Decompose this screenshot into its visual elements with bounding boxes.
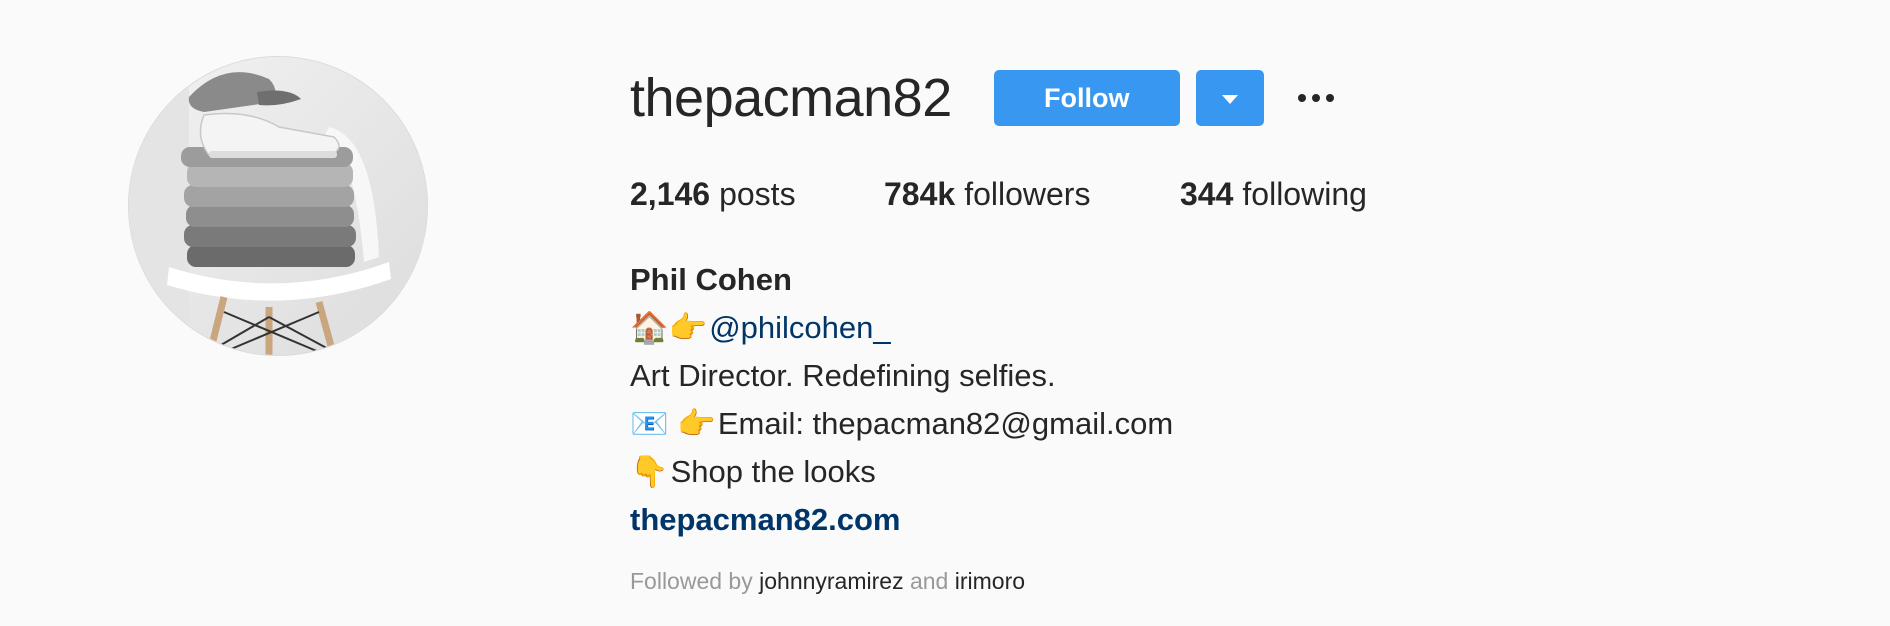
followers-label: followers: [964, 176, 1091, 212]
profile-username: thepacman82: [630, 68, 952, 128]
profile-avatar[interactable]: [128, 56, 428, 356]
followed-by-prefix: Followed by: [630, 568, 753, 594]
suggestions-dropdown-button[interactable]: [1195, 70, 1264, 126]
website-link[interactable]: thepacman82.com: [630, 496, 901, 544]
followed-by-user-1[interactable]: johnnyramirez: [759, 568, 903, 594]
following-label: following: [1242, 176, 1367, 212]
bio-line-description: Art Director. Redefining selfies.: [630, 358, 1056, 393]
followed-by: Followed by johnnyramirez and irimoro: [630, 566, 1025, 596]
follow-button[interactable]: Follow: [993, 70, 1180, 126]
followers-stat[interactable]: 784k followers: [884, 174, 1180, 214]
followed-by-conjunction: and: [909, 568, 949, 594]
profile-header: thepacman82 Follow: [630, 62, 1340, 134]
profile-stats: 2,146 posts 784k followers 344 following: [630, 174, 1367, 214]
bio-line-email: 📧 👉 Email: thepacman82@gmail.com: [630, 400, 1173, 448]
more-options-button[interactable]: [1292, 70, 1340, 126]
bio-line-shop: 👇 Shop the looks: [630, 448, 1173, 496]
envelope-pointing-emoji: 📧 👉: [630, 406, 716, 441]
bio-email-text: Email: thepacman82@gmail.com: [717, 406, 1174, 441]
chevron-down-icon: [1221, 94, 1238, 104]
bio-shop-text: Shop the looks: [670, 454, 876, 489]
profile-bio: Phil Cohen 🏠👉 @philcohen_ Art Director. …: [630, 256, 1173, 544]
following-count: 344: [1180, 176, 1234, 212]
profile-full-name: Phil Cohen: [630, 262, 792, 297]
more-options-icon: [1297, 94, 1334, 102]
avatar-photo: [129, 57, 427, 355]
bio-line-mention: 🏠👉 @philcohen_: [630, 304, 1173, 352]
bio-mention-link[interactable]: @philcohen_: [709, 304, 890, 352]
posts-count: 2,146: [630, 176, 711, 212]
bio-line-website: thepacman82.com: [630, 496, 1173, 544]
posts-label: posts: [719, 176, 796, 212]
followed-by-user-2[interactable]: irimoro: [955, 568, 1025, 594]
following-stat[interactable]: 344 following: [1180, 174, 1367, 214]
followers-count: 784k: [884, 176, 956, 212]
profile-page: thepacman82 Follow 2,146 posts 784k foll…: [0, 0, 1890, 626]
house-pointing-emoji: 🏠👉: [630, 310, 708, 345]
pointing-down-emoji: 👇: [630, 454, 669, 489]
posts-stat: 2,146 posts: [630, 174, 884, 214]
